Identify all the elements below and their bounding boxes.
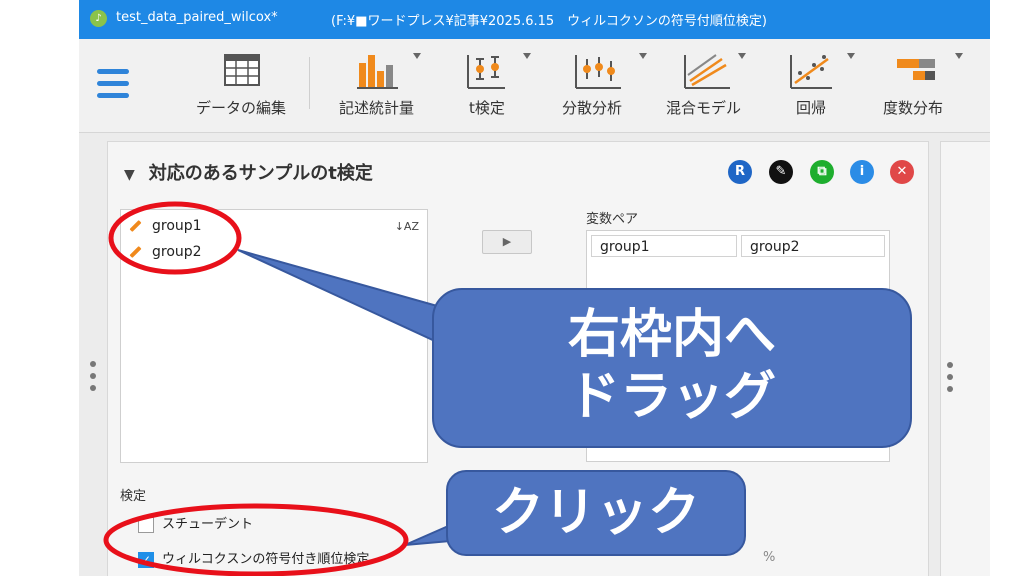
click-callout: クリック: [446, 470, 746, 556]
drag-callout: 右枠内へ ドラッグ: [432, 288, 912, 448]
highlight-ellipse-tests: [103, 503, 409, 576]
highlight-ellipse-variables: [108, 201, 242, 275]
